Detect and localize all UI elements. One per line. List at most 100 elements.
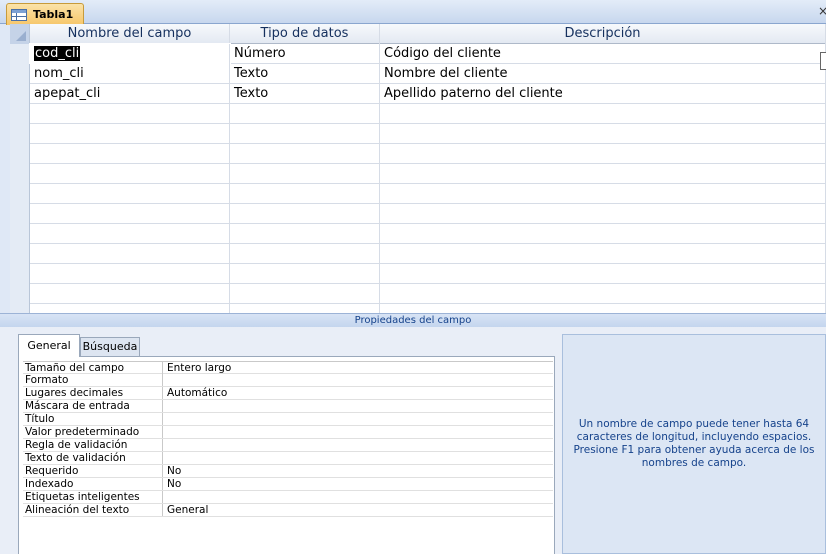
property-row[interactable]: Título: [23, 413, 553, 426]
help-text: Un nombre de campo puede tener hasta 64 …: [573, 418, 815, 469]
property-row[interactable]: Etiquetas inteligentes: [23, 491, 553, 504]
description-cell[interactable]: [380, 104, 826, 124]
data-type-cell[interactable]: [230, 264, 380, 284]
description-cell[interactable]: [380, 124, 826, 144]
description-cell[interactable]: [380, 264, 826, 284]
help-text-box: Un nombre de campo puede tener hasta 64 …: [562, 334, 826, 554]
empty-row[interactable]: [10, 104, 826, 124]
property-row[interactable]: Valor predeterminado: [23, 426, 553, 439]
field-name-cell[interactable]: [30, 224, 230, 244]
property-row[interactable]: Máscara de entrada: [23, 400, 553, 413]
document-tab-tabla1[interactable]: Tabla1: [6, 3, 84, 25]
table-row[interactable]: nom_cli Texto Nombre del cliente: [10, 64, 826, 84]
property-row[interactable]: Indexado No: [23, 478, 553, 491]
data-type-cell[interactable]: [230, 184, 380, 204]
data-type-cell[interactable]: [230, 144, 380, 164]
row-selector[interactable]: [10, 264, 30, 284]
column-header-data-type[interactable]: Tipo de datos: [230, 24, 380, 44]
description-cell[interactable]: Código del cliente: [380, 44, 826, 64]
field-name-cell[interactable]: [30, 244, 230, 264]
column-header-field-name[interactable]: Nombre del campo: [30, 24, 230, 44]
empty-row[interactable]: [10, 204, 826, 224]
property-value[interactable]: Entero largo: [167, 362, 231, 374]
column-header-description[interactable]: Descripción: [380, 24, 826, 44]
empty-row[interactable]: [10, 184, 826, 204]
empty-row[interactable]: [10, 244, 826, 264]
field-name-cell[interactable]: apepat_cli: [30, 84, 230, 104]
empty-row[interactable]: [10, 164, 826, 184]
description-cell[interactable]: [380, 284, 826, 304]
empty-row[interactable]: [10, 144, 826, 164]
field-name-cell[interactable]: [30, 104, 230, 124]
table-row[interactable]: cod_cli Número Código del cliente: [10, 43, 826, 65]
data-type-cell[interactable]: [230, 204, 380, 224]
field-name-cell[interactable]: [30, 164, 230, 184]
data-type-cell[interactable]: [230, 164, 380, 184]
tab-general[interactable]: General: [18, 334, 80, 357]
property-row[interactable]: Lugares decimales Automático: [23, 387, 553, 400]
row-selector[interactable]: [10, 204, 30, 224]
description-cell[interactable]: Apellido paterno del cliente: [380, 84, 826, 104]
description-cell[interactable]: [380, 304, 826, 313]
tab-busqueda[interactable]: Búsqueda: [80, 337, 140, 356]
field-name-cell[interactable]: [30, 304, 230, 313]
description-cell[interactable]: [380, 164, 826, 184]
row-selector[interactable]: [10, 44, 30, 64]
field-name-cell[interactable]: cod_cli: [29, 43, 231, 65]
data-type-cell[interactable]: [230, 104, 380, 124]
empty-row[interactable]: [10, 224, 826, 244]
description-builder-button[interactable]: [820, 52, 826, 70]
field-name-cell[interactable]: [30, 284, 230, 304]
data-type-cell[interactable]: [230, 304, 380, 313]
row-selector[interactable]: [10, 124, 30, 144]
empty-row[interactable]: [10, 284, 826, 304]
property-row[interactable]: Requerido No: [23, 465, 553, 478]
row-selector[interactable]: [10, 184, 30, 204]
row-selector[interactable]: [10, 284, 30, 304]
field-name-cell[interactable]: [30, 124, 230, 144]
description-cell[interactable]: [380, 204, 826, 224]
description-cell[interactable]: Nombre del cliente: [380, 64, 826, 84]
data-type-cell[interactable]: [230, 224, 380, 244]
data-type-cell[interactable]: [230, 284, 380, 304]
description-cell[interactable]: [380, 224, 826, 244]
field-name-cell[interactable]: [30, 204, 230, 224]
property-row[interactable]: Alineación del texto General: [23, 504, 553, 517]
field-name-cell[interactable]: [30, 184, 230, 204]
property-label: Título: [23, 413, 163, 425]
row-selector[interactable]: [10, 144, 30, 164]
field-name-cell[interactable]: [30, 264, 230, 284]
data-type-cell[interactable]: Número: [230, 44, 380, 64]
data-type-cell[interactable]: Texto: [230, 64, 380, 84]
row-selector[interactable]: [10, 64, 30, 84]
property-label: Etiquetas inteligentes: [23, 491, 163, 503]
description-cell[interactable]: [380, 244, 826, 264]
field-name-cell[interactable]: [30, 144, 230, 164]
empty-row[interactable]: [10, 304, 826, 313]
property-row[interactable]: Tamaño del campo Entero largo: [23, 361, 553, 374]
empty-row[interactable]: [10, 124, 826, 144]
property-row[interactable]: Regla de validación: [23, 439, 553, 452]
row-selector[interactable]: [10, 244, 30, 264]
close-icon[interactable]: ×: [818, 4, 826, 18]
row-selector[interactable]: [10, 84, 30, 104]
data-type-cell[interactable]: Texto: [230, 84, 380, 104]
description-cell[interactable]: [380, 144, 826, 164]
table-row[interactable]: apepat_cli Texto Apellido paterno del cl…: [10, 84, 826, 104]
data-type-cell[interactable]: [230, 124, 380, 144]
row-selector[interactable]: [10, 164, 30, 184]
property-value[interactable]: No: [167, 478, 181, 490]
field-name-cell[interactable]: nom_cli: [30, 64, 230, 84]
description-cell[interactable]: [380, 184, 826, 204]
row-selector[interactable]: [10, 104, 30, 124]
property-value[interactable]: No: [167, 465, 181, 477]
property-value[interactable]: Automático: [167, 387, 227, 399]
property-row[interactable]: Formato: [23, 374, 553, 387]
row-selector[interactable]: [10, 224, 30, 244]
row-selector[interactable]: [10, 304, 30, 313]
data-type-cell[interactable]: [230, 244, 380, 264]
select-all-corner[interactable]: [10, 24, 30, 44]
property-value[interactable]: General: [167, 504, 208, 516]
empty-row[interactable]: [10, 264, 826, 284]
property-row[interactable]: Texto de validación: [23, 452, 553, 465]
